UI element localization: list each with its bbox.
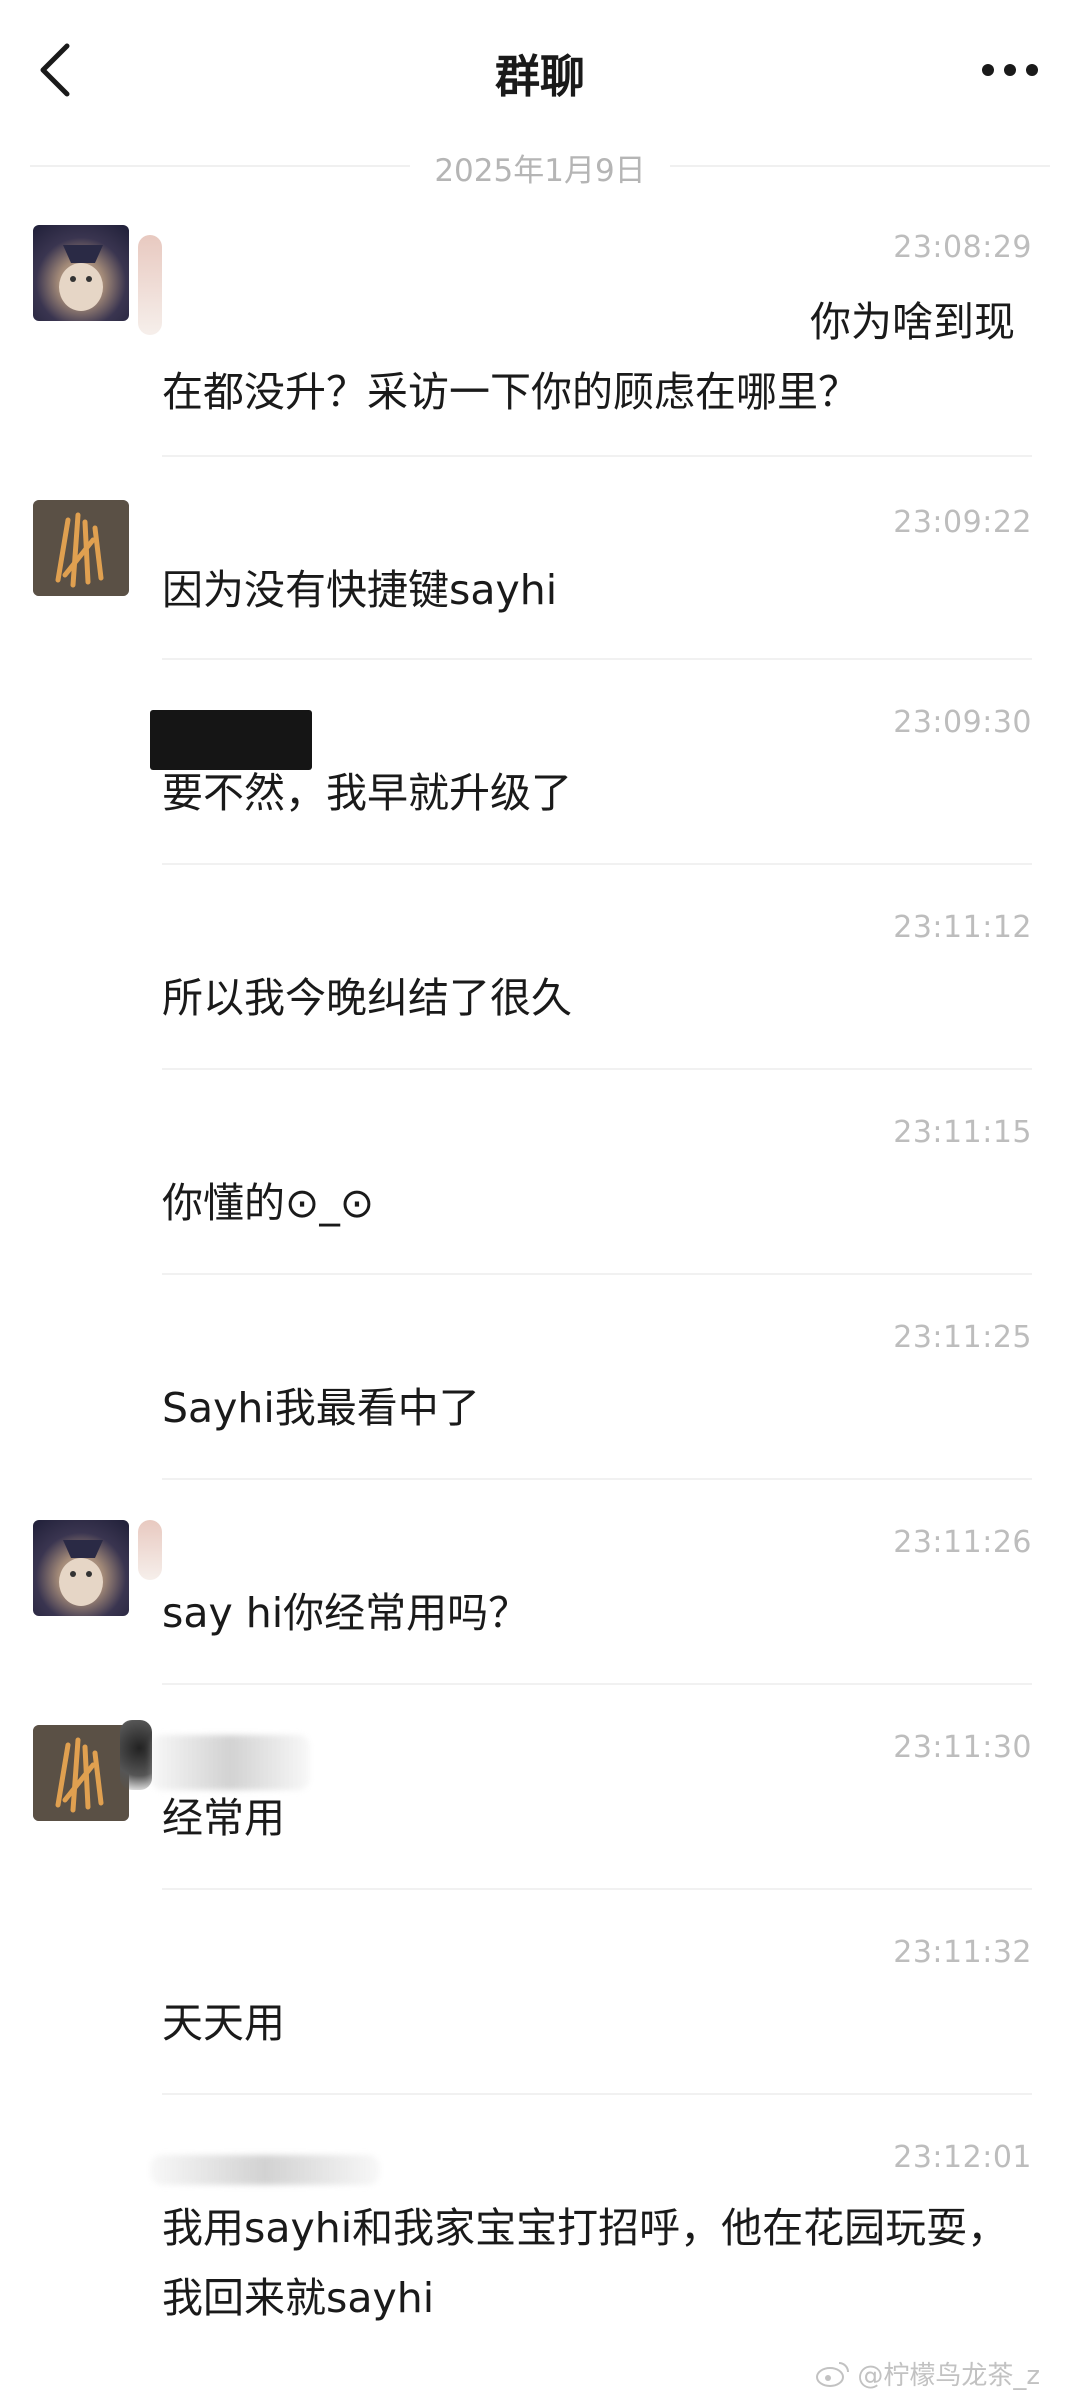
redacted-name (150, 1735, 310, 1790)
date-separator: 2025年1月9日 (30, 145, 1050, 189)
message-item[interactable]: 23:11:32 天天用 (0, 1930, 1080, 2095)
message-item[interactable]: 23:09:22 因为没有快捷键sayhi (0, 500, 1080, 660)
message-time: 23:12:01 (893, 2140, 1032, 2175)
divider (162, 1478, 1032, 1480)
divider (670, 165, 1050, 167)
message-text: 你为啥到现在都没升？采访一下你的顾虑在哪里？ (162, 298, 1015, 416)
message-time: 23:11:26 (893, 1525, 1032, 1560)
fries-avatar-icon (33, 1725, 129, 1821)
message-item[interactable]: 23:12:01 我用sayhi和我家宝宝打招呼，他在花园玩耍，我回来就sayh… (0, 2135, 1080, 2365)
message-time: 23:09:30 (893, 705, 1032, 740)
avatar[interactable] (33, 500, 129, 596)
divider (162, 455, 1032, 457)
name-edge (138, 1520, 162, 1580)
more-horizontal-icon (982, 64, 1038, 76)
divider (162, 1888, 1032, 1890)
message-text: 天天用 (162, 1999, 285, 2047)
message-text: say hi你经常用吗？ (162, 1589, 530, 1637)
divider (162, 1273, 1032, 1275)
name-edge (138, 235, 162, 335)
fries-avatar-icon (33, 500, 129, 596)
message-time: 23:09:22 (893, 505, 1032, 540)
message-time: 23:11:32 (893, 1935, 1032, 1970)
avatar[interactable] (33, 1725, 129, 1821)
message-item[interactable]: 23:11:26 say hi你经常用吗？ (0, 1520, 1080, 1685)
message-text: 因为没有快捷键sayhi (162, 566, 558, 614)
weibo-icon (816, 2361, 850, 2387)
message-time: 23:11:12 (893, 910, 1032, 945)
message-item[interactable]: 23:11:15 你懂的⊙_⊙ (0, 1110, 1080, 1275)
page-title: 群聊 (494, 50, 585, 103)
date-label: 2025年1月9日 (434, 153, 646, 189)
cat-avatar-icon (59, 245, 103, 311)
message-item[interactable]: 23:11:30 经常用 (0, 1720, 1080, 1890)
divider (162, 1683, 1032, 1685)
message-time: 23:11:25 (893, 1320, 1032, 1355)
cat-avatar-icon (59, 1540, 103, 1606)
message-text: 经常用 (162, 1794, 285, 1842)
message-time: 23:11:15 (893, 1115, 1032, 1150)
divider (162, 2093, 1032, 2095)
message-text: 要不然，我早就升级了 (162, 769, 572, 817)
message-item[interactable]: 23:11:12 所以我今晚纠结了很久 (0, 905, 1080, 1070)
chat-header: 群聊 (0, 0, 1080, 140)
name-edge (120, 1720, 152, 1790)
divider (162, 1068, 1032, 1070)
avatar[interactable] (33, 1520, 129, 1616)
avatar[interactable] (33, 225, 129, 321)
message-item[interactable]: 23:09:30 要不然，我早就升级了 (0, 700, 1080, 865)
message-time: 23:11:30 (893, 1730, 1032, 1765)
divider (162, 863, 1032, 865)
message-text: 你懂的⊙_⊙ (162, 1179, 375, 1227)
message-item[interactable]: 23:11:25 Sayhi我最看中了 (0, 1315, 1080, 1480)
more-button[interactable] (970, 40, 1050, 100)
message-text: Sayhi我最看中了 (162, 1384, 480, 1432)
message-text: 所以我今晚纠结了很久 (162, 974, 572, 1022)
redacted-name (150, 2155, 380, 2185)
divider (162, 658, 1032, 660)
message-item[interactable]: 23:08:29 你为啥到现在都没升？采访一下你的顾虑在哪里？ (0, 225, 1080, 460)
watermark: @柠檬鸟龙茶_z (815, 2355, 1040, 2392)
message-text: 我用sayhi和我家宝宝打招呼，他在花园玩耍，我回来就sayhi (162, 2204, 1009, 2322)
watermark-text: @柠檬鸟龙茶_z (857, 2361, 1040, 2391)
message-time: 23:08:29 (893, 230, 1032, 265)
